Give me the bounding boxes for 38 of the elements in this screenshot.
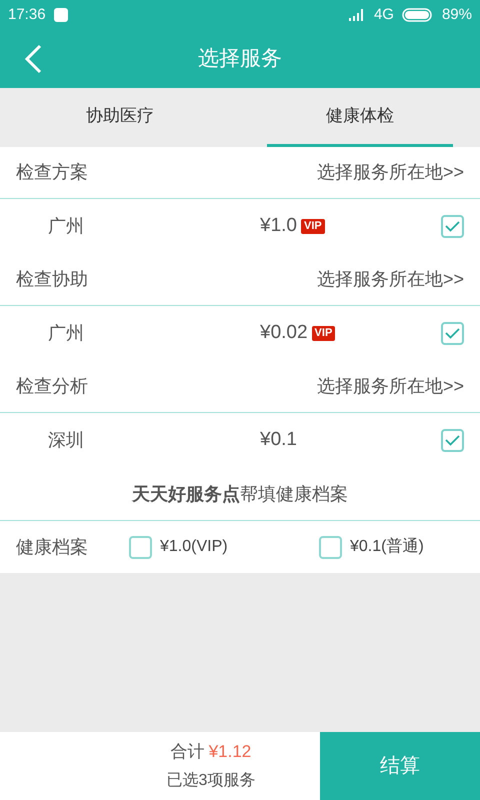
total-amount: ¥1.12 <box>208 741 252 764</box>
price: ¥0.1 <box>260 428 297 452</box>
section-title: 检查协助 <box>16 268 88 291</box>
status-time: 17:36 <box>8 4 46 25</box>
vip-badge: VIP <box>312 326 336 341</box>
option-label: ¥1.0(VIP) <box>160 537 228 557</box>
city-name: 广州 <box>48 215 85 238</box>
select-location-link[interactable]: 选择服务所在地>> <box>316 373 464 400</box>
selected-count: 已选3项服务 <box>166 770 256 791</box>
checkmark-icon <box>445 328 460 339</box>
checkbox[interactable] <box>319 536 342 558</box>
price: ¥0.02 <box>260 321 308 346</box>
checkmark-icon <box>445 435 460 446</box>
battery-icon <box>402 8 434 22</box>
back-icon[interactable] <box>24 44 42 74</box>
city-name: 广州 <box>48 322 85 345</box>
option-label: ¥0.1(普通) <box>350 536 424 557</box>
vip-badge: VIP <box>300 219 325 234</box>
signal-icon <box>348 9 366 21</box>
health-record-label: 健康档案 <box>16 536 89 558</box>
notification-icon <box>54 8 68 22</box>
network-type: 4G <box>374 4 394 25</box>
section-title: 检查分析 <box>16 375 88 398</box>
checkbox[interactable] <box>441 429 464 452</box>
section-title: 检查方案 <box>16 161 88 184</box>
notice-text: 天天好服务点帮填健康档案 <box>132 482 348 506</box>
select-location-link[interactable]: 选择服务所在地>> <box>316 159 464 186</box>
city-name: 深圳 <box>48 429 85 452</box>
checkmark-icon <box>445 221 460 232</box>
battery-level: 89% <box>442 4 472 25</box>
total-label: 合计 <box>170 741 205 764</box>
checkbox[interactable] <box>129 536 152 558</box>
select-location-link[interactable]: 选择服务所在地>> <box>316 266 464 293</box>
checkbox[interactable] <box>441 322 464 345</box>
checkbox[interactable] <box>441 215 464 238</box>
price: ¥1.0 <box>260 214 297 238</box>
tab[interactable]: 协助医疗 <box>27 88 213 147</box>
page-title: 选择服务 <box>198 46 282 72</box>
